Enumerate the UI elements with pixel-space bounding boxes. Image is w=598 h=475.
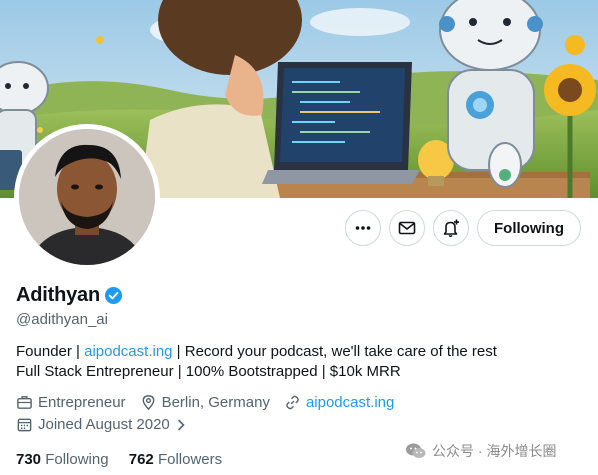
watermark-text: 公众号 · 海外增长圈 bbox=[432, 443, 557, 459]
followers-count-link[interactable]: 762 Followers bbox=[129, 451, 222, 468]
category-item: Entrepreneur bbox=[16, 394, 126, 411]
follow-counts: 730 Following 762 Followers bbox=[16, 451, 222, 468]
wechat-icon bbox=[406, 443, 426, 458]
bio-text: Founder | bbox=[16, 343, 85, 360]
briefcase-icon bbox=[17, 396, 32, 409]
location-item: Berlin, Germany bbox=[140, 394, 270, 411]
avatar[interactable] bbox=[19, 129, 155, 265]
following-label: Following bbox=[45, 451, 109, 468]
more-button[interactable] bbox=[345, 210, 381, 246]
verified-badge-icon[interactable] bbox=[104, 286, 123, 305]
name-row: Adithyan bbox=[16, 284, 123, 307]
bio: Founder | aipodcast.ing | Record your po… bbox=[16, 342, 497, 382]
bio-text: | Record your podcast, we'll take care o… bbox=[172, 343, 497, 360]
following-count: 730 bbox=[16, 451, 42, 468]
bio-line-2: Full Stack Entrepreneur | 100% Bootstrap… bbox=[16, 363, 401, 380]
display-name: Adithyan bbox=[16, 284, 100, 306]
avatar-portrait bbox=[19, 129, 155, 265]
category-label: Entrepreneur bbox=[38, 394, 126, 411]
followers-label: Followers bbox=[157, 451, 223, 468]
joined-item[interactable]: Joined August 2020 bbox=[16, 416, 193, 433]
profile-meta: Entrepreneur Berlin, Germany aipodcast.i… bbox=[16, 394, 408, 411]
chevron-right-icon bbox=[177, 419, 185, 430]
handle: @adithyan_ai bbox=[16, 311, 108, 328]
following-count-link[interactable]: 730 Following bbox=[16, 451, 109, 468]
watermark: 公众号 · 海外增长圈 bbox=[405, 441, 556, 461]
bio-link[interactable]: aipodcast.ing bbox=[84, 343, 172, 360]
location-label: Berlin, Germany bbox=[161, 394, 270, 411]
website-item[interactable]: aipodcast.ing bbox=[284, 394, 394, 411]
calendar-icon bbox=[17, 418, 32, 432]
bell-plus-icon bbox=[443, 219, 459, 237]
joined-label: Joined August 2020 bbox=[38, 416, 170, 433]
notifications-button[interactable] bbox=[433, 210, 469, 246]
location-pin-icon bbox=[142, 395, 154, 411]
message-button[interactable] bbox=[389, 210, 425, 246]
more-dots-icon bbox=[355, 226, 371, 230]
envelope-icon bbox=[398, 221, 416, 235]
link-icon bbox=[286, 395, 299, 410]
website-link[interactable]: aipodcast.ing bbox=[306, 394, 394, 411]
following-button[interactable]: Following bbox=[477, 210, 581, 246]
bio-line-1: Founder | aipodcast.ing | Record your po… bbox=[16, 342, 497, 362]
profile-meta-joined: Joined August 2020 bbox=[16, 416, 207, 433]
followers-count: 762 bbox=[128, 451, 154, 468]
